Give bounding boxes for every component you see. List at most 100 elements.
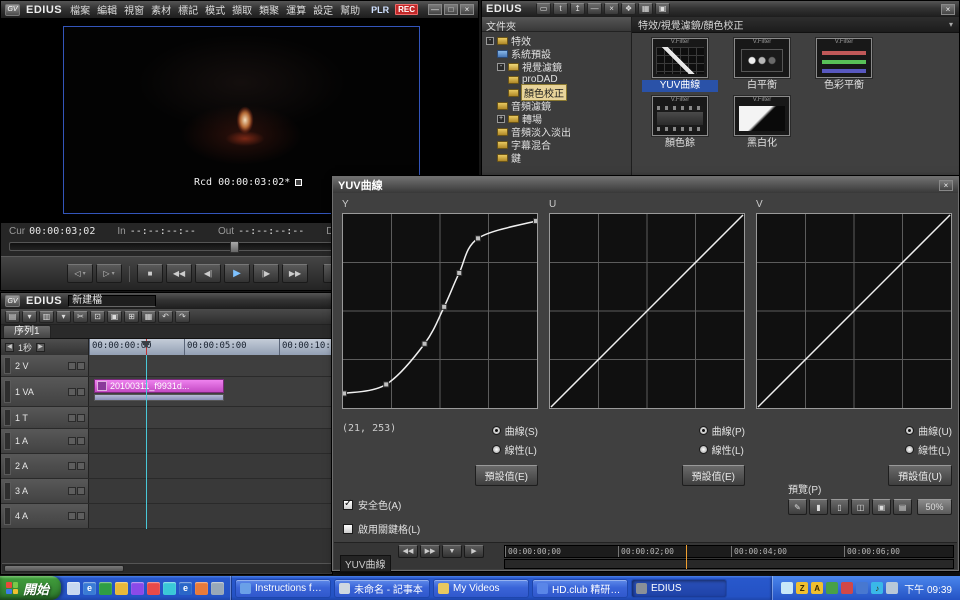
linear-mode-radio[interactable]: 線性(L)	[492, 442, 537, 457]
preview-toggle-button[interactable]: ▤	[893, 499, 912, 515]
preview-zoom-select[interactable]: 50%	[917, 499, 952, 515]
tree-item[interactable]: 音頻淡入淡出	[482, 125, 631, 138]
tray-icon[interactable]: A	[811, 582, 823, 594]
menu-item[interactable]: 設定	[313, 2, 333, 17]
curve-mode-radio[interactable]: 曲線(S)	[492, 423, 538, 438]
playhead-line[interactable]	[146, 355, 147, 529]
preset-button[interactable]: 預設值(E)	[475, 465, 538, 486]
shuttle-button[interactable]: ◁ ▾	[67, 264, 93, 283]
track-buttons[interactable]	[68, 437, 85, 445]
safe-color-checkbox[interactable]: 安全色(A)	[343, 497, 401, 512]
quick-launch-icon[interactable]: e	[83, 582, 96, 595]
toolbar-icon[interactable]: ⊡	[90, 311, 105, 323]
clock[interactable]: 下午 09:39	[904, 581, 952, 596]
track-header[interactable]: 4 A	[1, 504, 89, 528]
track-buttons[interactable]	[68, 487, 85, 495]
shuttle-button[interactable]: ▷ ▾	[96, 264, 122, 283]
toolbar-icon[interactable]: ▤	[5, 311, 20, 323]
task-button[interactable]: Instructions for ...	[235, 579, 331, 598]
preview-toggle-button[interactable]: ▯	[830, 499, 849, 515]
track-lock-icon[interactable]	[77, 487, 85, 495]
tray-icon[interactable]	[856, 582, 868, 594]
toolbar-icon[interactable]: ✂	[73, 311, 88, 323]
menu-item[interactable]: 擷取	[232, 2, 252, 17]
menu-item[interactable]: 素材	[151, 2, 171, 17]
tray-icon[interactable]	[826, 582, 838, 594]
start-button[interactable]: 開始	[0, 576, 61, 600]
toolbar-icon[interactable]: t	[553, 3, 568, 15]
toolbar-icon[interactable]: ↥	[570, 3, 585, 15]
tray-icon[interactable]	[886, 582, 898, 594]
track-mute-icon[interactable]	[68, 388, 76, 396]
zoom-out-button[interactable]: ◀	[5, 343, 14, 352]
playhead-marker[interactable]	[141, 341, 151, 348]
menu-item[interactable]: 標記	[178, 2, 198, 17]
quick-launch-icon[interactable]	[115, 582, 128, 595]
track-content[interactable]	[89, 355, 332, 376]
tray-icon[interactable]	[781, 582, 793, 594]
toolbar-icon[interactable]: ▣	[655, 3, 670, 15]
track-buttons[interactable]	[68, 414, 85, 422]
toolbar-icon[interactable]: ↷	[175, 311, 190, 323]
toolbar-icon[interactable]: ▦	[638, 3, 653, 15]
playhead[interactable]	[686, 545, 687, 569]
project-name-field[interactable]: 新建檔	[68, 295, 156, 307]
toolbar-icon[interactable]: ❖	[621, 3, 636, 15]
toolbar-icon[interactable]: ▾	[56, 311, 71, 323]
track-lock-icon[interactable]	[77, 414, 85, 422]
tray-icon[interactable]: Z	[796, 582, 808, 594]
seek-slider-thumb[interactable]	[230, 241, 239, 253]
toolbar-icon[interactable]: ▦	[141, 311, 156, 323]
timecode-ruler[interactable]: 00:00:00;0000:00:02;0000:00:04;0000:00:0…	[504, 545, 954, 558]
toolbar-icon[interactable]: —	[587, 3, 602, 15]
filter-list-item[interactable]: YUV曲線	[340, 555, 391, 572]
mini-transport-button[interactable]: ◀◀	[398, 545, 418, 558]
mini-transport-button[interactable]: ▼	[442, 545, 462, 558]
track-lock-icon[interactable]	[77, 462, 85, 470]
quick-launch-icon[interactable]	[195, 582, 208, 595]
task-button[interactable]: 未命名 - 記事本	[334, 579, 430, 598]
task-button[interactable]: EDIUS	[631, 579, 727, 598]
track-mute-icon[interactable]	[68, 362, 76, 370]
track-header[interactable]: 1 T	[1, 407, 89, 428]
effect-item[interactable]: V.Filter YUV曲線	[642, 38, 718, 92]
track-header[interactable]: 3 A	[1, 479, 89, 503]
keyframe-checkbox[interactable]: 啟用關鍵格(L)	[343, 521, 420, 536]
tree-item[interactable]: 鍵	[482, 151, 631, 164]
preset-button[interactable]: 預設值(E)	[682, 465, 745, 486]
horizontal-scrollbar[interactable]	[2, 563, 331, 573]
mini-transport-button[interactable]: ▶	[464, 545, 484, 558]
preview-toggle-button[interactable]: ▣	[872, 499, 891, 515]
transport-button[interactable]: ▶▶	[282, 264, 308, 283]
transport-button[interactable]: ■	[137, 264, 163, 283]
menu-item[interactable]: 運算	[286, 2, 306, 17]
minimize-button[interactable]: —	[428, 4, 442, 15]
expand-toggle-icon[interactable]: +	[497, 115, 505, 123]
track-header[interactable]: 2 V	[1, 355, 89, 376]
track-buttons[interactable]	[68, 362, 85, 370]
task-button[interactable]: My Videos	[433, 579, 529, 598]
task-button[interactable]: HD.club 精研事...	[532, 579, 628, 598]
zoom-in-button[interactable]: ▶	[36, 343, 45, 352]
track-lock-icon[interactable]	[77, 362, 85, 370]
toolbar-icon[interactable]: ×	[604, 3, 619, 15]
sequence-tab[interactable]: 序列1	[3, 325, 51, 338]
scrollbar-thumb[interactable]	[4, 565, 124, 572]
tree-item[interactable]: 音頻濾鏡	[482, 99, 631, 112]
track-mute-icon[interactable]	[68, 437, 76, 445]
preview-toggle-button[interactable]: ◫	[851, 499, 870, 515]
menu-item[interactable]: 幫助	[340, 2, 360, 17]
track-buttons[interactable]	[68, 388, 85, 396]
toolbar-icon[interactable]: ▥	[39, 311, 54, 323]
track-mute-icon[interactable]	[68, 462, 76, 470]
curve-graph[interactable]	[756, 213, 952, 409]
tray-icon[interactable]: ♪	[871, 582, 883, 594]
quick-launch-icon[interactable]	[163, 582, 176, 595]
menu-item[interactable]: 模式	[205, 2, 225, 17]
quick-launch-icon[interactable]	[147, 582, 160, 595]
timecode-ruler[interactable]: 00:00:00:0000:00:05:0000:00:10:00	[89, 339, 332, 355]
keyframe-track[interactable]	[504, 559, 954, 569]
track-content[interactable]	[89, 454, 332, 478]
menu-item[interactable]: 編輯	[97, 2, 117, 17]
track-mute-icon[interactable]	[68, 414, 76, 422]
